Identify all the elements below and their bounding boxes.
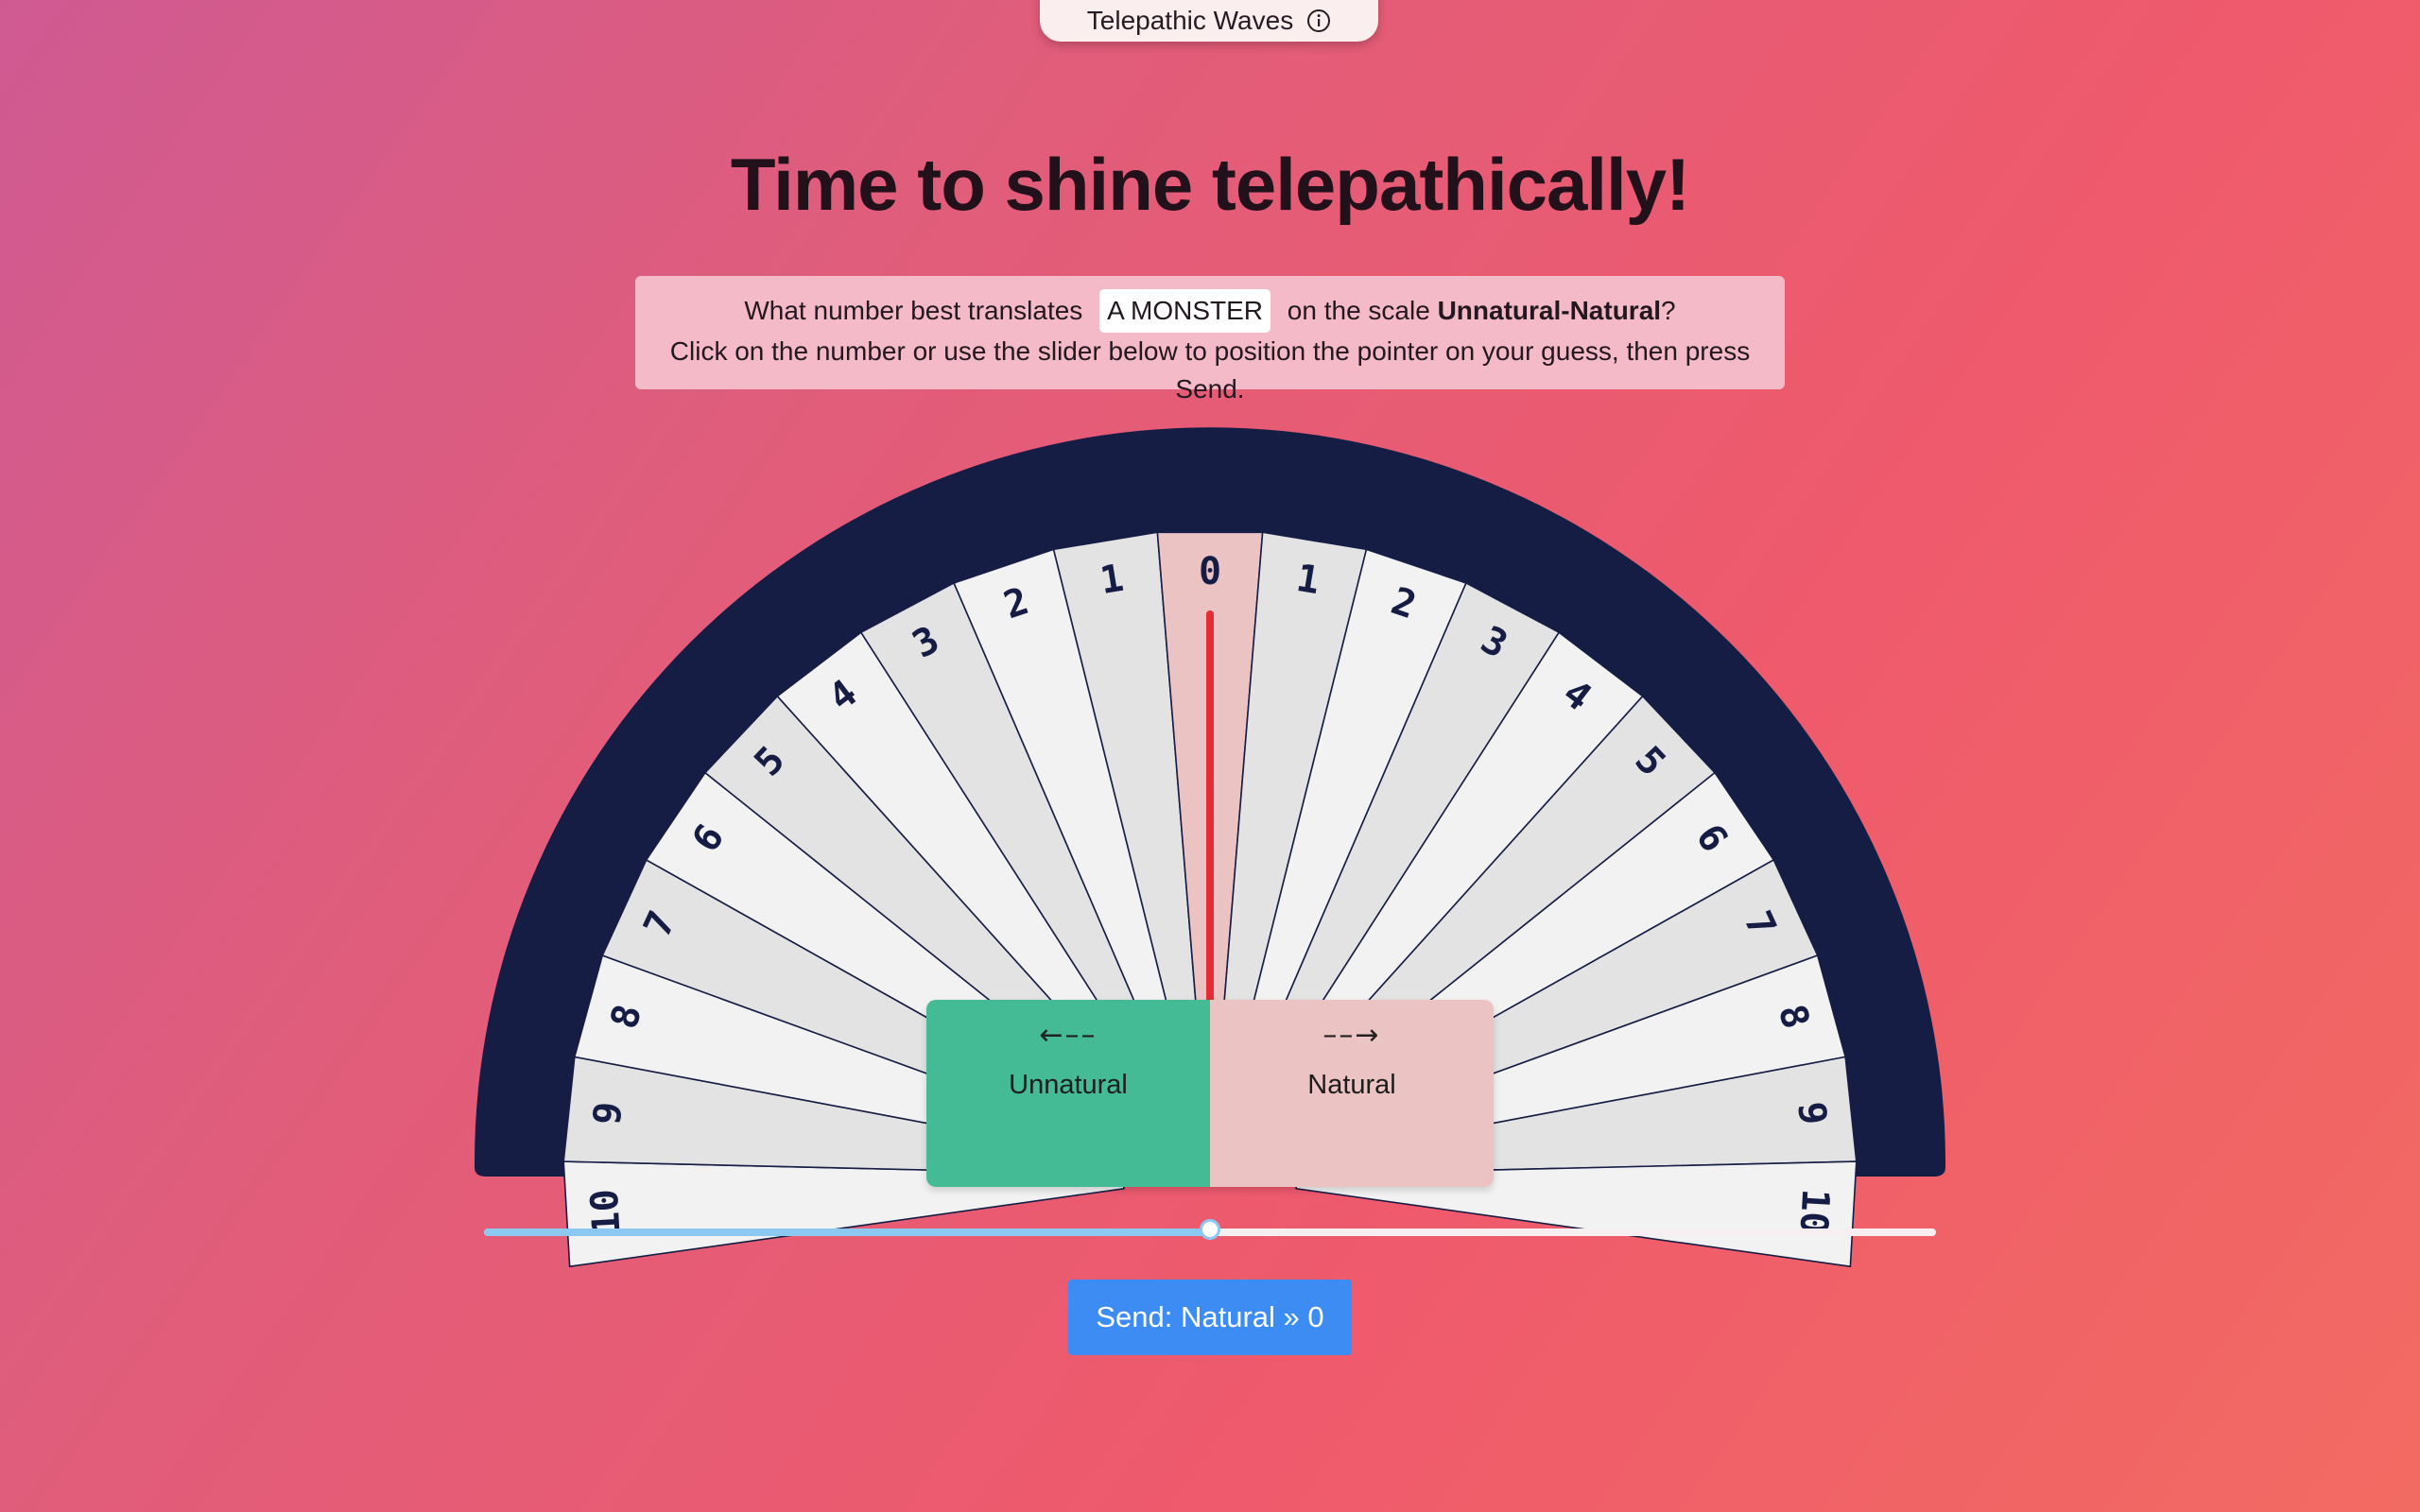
target-word: A MONSTER [1099, 289, 1271, 333]
game-info-tab[interactable]: Telepathic Waves [1040, 0, 1378, 42]
natural-label: Natural [1307, 1070, 1396, 1100]
left-arrow-icon: ←–– [1039, 1019, 1098, 1052]
scale-choice-card: ←–– Unnatural ––→ Natural [926, 1000, 1494, 1187]
prompt-before: What number best translates [744, 296, 1083, 325]
prompt-after: ? [1661, 296, 1676, 325]
prompt-question: What number best translates A MONSTER on… [635, 289, 1785, 333]
prompt-middle: on the scale [1287, 296, 1430, 325]
game-name: Telepathic Waves [1086, 6, 1294, 35]
right-arrow-icon: ––→ [1322, 1019, 1381, 1052]
guess-slider[interactable] [484, 1219, 1936, 1240]
slider-thumb[interactable] [1200, 1219, 1220, 1240]
unnatural-label: Unnatural [1009, 1070, 1128, 1100]
page-title: Time to shine telepathically! [730, 143, 1690, 226]
scale-name: Unnatural-Natural [1437, 296, 1662, 325]
unnatural-side[interactable]: ←–– Unnatural [926, 1000, 1210, 1187]
info-icon[interactable] [1306, 9, 1331, 33]
send-button[interactable]: Send: Natural » 0 [1068, 1280, 1352, 1355]
prompt-instruction: Click on the number or use the slider be… [669, 336, 1751, 404]
slider-fill [484, 1228, 1210, 1236]
natural-side[interactable]: ––→ Natural [1210, 1000, 1494, 1187]
prompt-box: What number best translates A MONSTER on… [635, 276, 1785, 404]
